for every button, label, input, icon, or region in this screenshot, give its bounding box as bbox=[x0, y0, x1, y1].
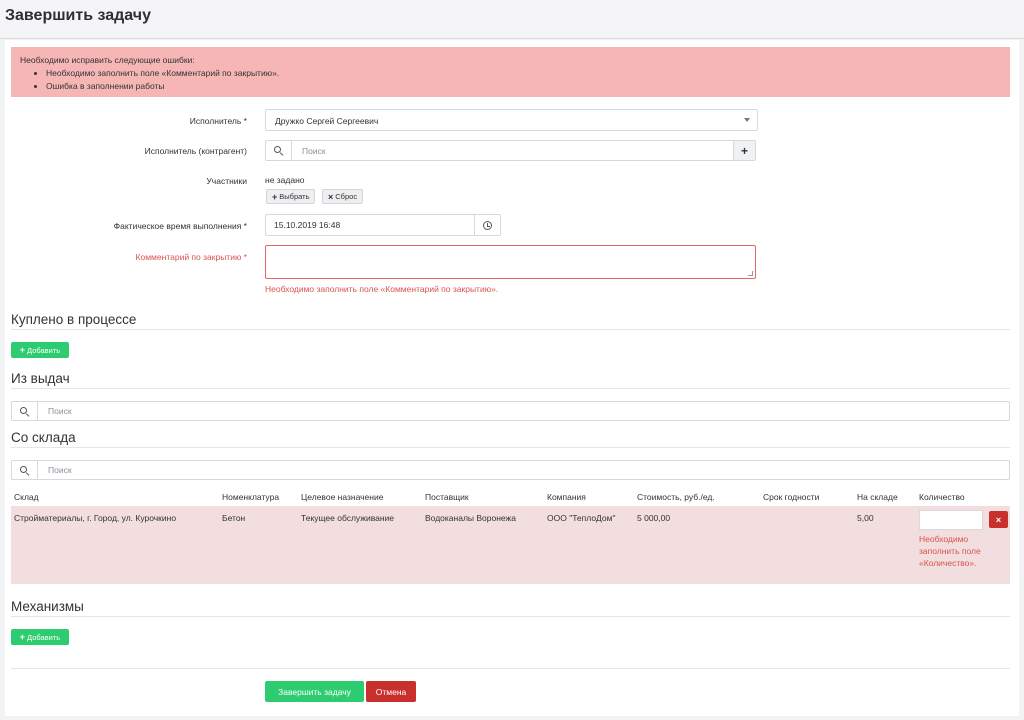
section-title-issued: Из выдач bbox=[11, 371, 70, 386]
quantity-error: Необходимо заполнить поле «Количество». bbox=[919, 534, 981, 568]
submit-button[interactable]: Завершить задачу bbox=[265, 681, 364, 702]
section-title-bought: Куплено в процессе bbox=[11, 312, 137, 327]
add-mechanism-button[interactable]: + Добавить bbox=[11, 629, 69, 645]
divider bbox=[11, 329, 1010, 330]
table-header: Срок годности bbox=[763, 492, 820, 502]
issued-search[interactable]: Поиск bbox=[11, 401, 1010, 421]
search-icon bbox=[20, 406, 29, 416]
section-title-warehouse: Со склада bbox=[11, 430, 76, 445]
warehouse-search[interactable]: Поиск bbox=[11, 460, 1010, 480]
page-title: Завершить задачу bbox=[5, 7, 151, 24]
caret-down-icon bbox=[744, 118, 750, 122]
alert-error-item: Ошибка в заполнении работы bbox=[46, 80, 1001, 93]
divider bbox=[11, 388, 1010, 389]
cell-item: Бетон bbox=[222, 513, 246, 523]
reset-participants-button[interactable]: × Сброс bbox=[322, 189, 364, 204]
table-header: Стоимость, руб./ед. bbox=[637, 492, 715, 502]
close-icon: × bbox=[328, 191, 334, 202]
reset-label: Сброс bbox=[335, 192, 358, 201]
table-header: Целевое назначение bbox=[301, 492, 384, 502]
plus-icon: + bbox=[19, 345, 26, 355]
cell-supplier: Водоканалы Воронежа bbox=[425, 513, 516, 523]
executor-select[interactable]: Дружко Сергей Сергеевич bbox=[265, 109, 758, 131]
contractor-search-placeholder: Поиск bbox=[302, 145, 326, 156]
comment-textarea[interactable] bbox=[265, 245, 756, 279]
search-icon-cell bbox=[266, 141, 292, 160]
actual-time-value: 15.10.2019 16:48 bbox=[274, 220, 341, 230]
resize-handle-icon[interactable] bbox=[748, 271, 753, 276]
add-mechanism-label: Добавить bbox=[27, 632, 61, 642]
cell-company: ООО "ТеплоДом" bbox=[547, 513, 616, 523]
error-alert: Необходимо исправить следующие ошибки: Н… bbox=[11, 47, 1010, 97]
executor-label: Исполнитель * bbox=[189, 116, 247, 126]
clock-button[interactable] bbox=[474, 215, 500, 235]
section-title-mechanisms: Механизмы bbox=[11, 599, 84, 614]
actual-time-input[interactable]: 15.10.2019 16:48 bbox=[265, 214, 501, 236]
executor-value: Дружко Сергей Сергеевич bbox=[275, 116, 379, 126]
contractor-label: Исполнитель (контрагент) bbox=[144, 146, 247, 156]
alert-error-item: Необходимо заполнить поле «Комментарий п… bbox=[46, 67, 1001, 80]
cancel-button[interactable]: Отмена bbox=[366, 681, 416, 702]
contractor-search[interactable]: Поиск + bbox=[265, 140, 756, 161]
add-bought-button[interactable]: + Добавить bbox=[11, 342, 69, 358]
table-header: Номенклатура bbox=[222, 492, 280, 502]
issued-search-placeholder: Поиск bbox=[48, 406, 72, 416]
quantity-input[interactable] bbox=[919, 510, 983, 530]
actual-time-label: Фактическое время выполнения * bbox=[113, 221, 247, 231]
alert-heading: Необходимо исправить следующие ошибки: bbox=[20, 55, 195, 65]
add-contractor-button[interactable]: + bbox=[733, 141, 755, 160]
divider bbox=[11, 668, 1010, 669]
top-bar: Завершить задачу bbox=[0, 0, 1024, 39]
cell-warehouse: Стройматериалы, г. Город, ул. Курочкино bbox=[14, 513, 177, 523]
table-header: Количество bbox=[919, 492, 965, 502]
plus-icon: + bbox=[272, 191, 278, 202]
search-icon-cell bbox=[12, 461, 38, 479]
search-icon-cell bbox=[12, 402, 38, 420]
add-bought-label: Добавить bbox=[27, 345, 61, 355]
table-header: На складе bbox=[857, 492, 898, 502]
cell-in-stock: 5,00 bbox=[857, 513, 874, 523]
table-header: Поставщик bbox=[425, 492, 469, 502]
participants-value: не задано bbox=[265, 175, 305, 185]
divider bbox=[11, 616, 1010, 617]
comment-label: Комментарий по закрытию * bbox=[135, 252, 247, 262]
table-header: Склад bbox=[14, 492, 39, 502]
divider bbox=[11, 447, 1010, 448]
choose-participants-button[interactable]: + Выбрать bbox=[266, 189, 316, 204]
cell-price: 5 000,00 bbox=[637, 513, 671, 523]
plus-icon: + bbox=[19, 632, 26, 642]
clock-icon bbox=[483, 220, 492, 230]
alert-error-list: Необходимо заполнить поле «Комментарий п… bbox=[46, 67, 1001, 93]
delete-row-button[interactable]: × bbox=[989, 511, 1008, 528]
search-icon bbox=[20, 465, 29, 475]
comment-error: Необходимо заполнить поле «Комментарий п… bbox=[265, 284, 499, 294]
table-header: Компания bbox=[547, 492, 586, 502]
participants-label: Участники bbox=[206, 176, 247, 186]
warehouse-search-placeholder: Поиск bbox=[48, 465, 72, 475]
cell-purpose: Текущее обслуживание bbox=[301, 513, 395, 523]
search-icon bbox=[274, 146, 283, 155]
choose-label: Выбрать bbox=[279, 192, 310, 201]
